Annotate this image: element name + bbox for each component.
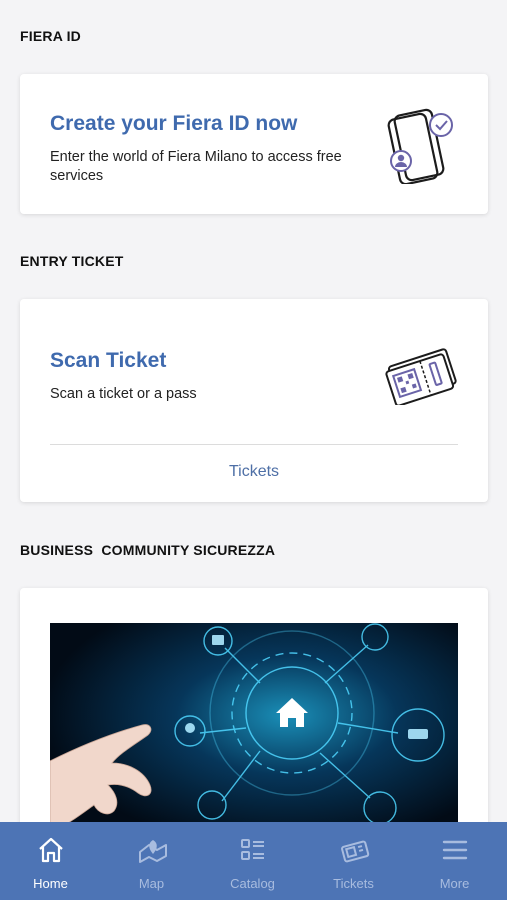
scan-ticket-card[interactable]: Scan Ticket Scan a ticket or a pass Tick… [20,299,488,502]
fiera-id-section-title: FIERA ID [20,28,81,44]
fiera-id-card-subtitle: Enter the world of Fiera Milano to acces… [50,149,342,184]
tab-home-label: Home [33,876,68,891]
phone-user-check-icon [387,108,453,184]
tab-map-label: Map [138,876,165,891]
tab-tickets-label: Tickets [333,876,374,891]
entry-ticket-section-title: ENTRY TICKET [20,253,124,269]
tab-home[interactable]: Home [0,822,101,900]
tab-catalog[interactable]: Catalog [202,822,303,900]
scan-ticket-card-title: Scan Ticket [50,349,167,372]
scan-ticket-card-subtitle: Scan a ticket or a pass [50,386,197,402]
tab-tickets[interactable]: Tickets [303,822,404,900]
fiera-id-card-title: Create your Fiera ID now [50,112,298,135]
smart-home-security-image [50,623,458,843]
catalog-icon [241,839,264,860]
menu-icon [442,840,468,860]
tickets-link[interactable]: Tickets [20,463,488,481]
fiera-id-card[interactable]: Create your Fiera ID now Enter the world… [20,74,488,214]
map-icon [139,840,167,863]
tab-catalog-label: Catalog [230,876,275,891]
tickets-icon [341,840,370,863]
business-community-section-title: BUSINESS COMMUNITY SICUREZZA [20,542,276,558]
ticket-qr-icon [385,348,457,405]
tab-more[interactable]: More [404,822,505,900]
tab-more-label: More [439,876,470,891]
status-bar [0,0,507,22]
tab-map[interactable]: Map [101,822,202,900]
bottom-tab-bar: Home Map Catalog Tickets More [0,822,507,900]
card-divider [50,444,458,445]
home-icon [39,837,63,863]
